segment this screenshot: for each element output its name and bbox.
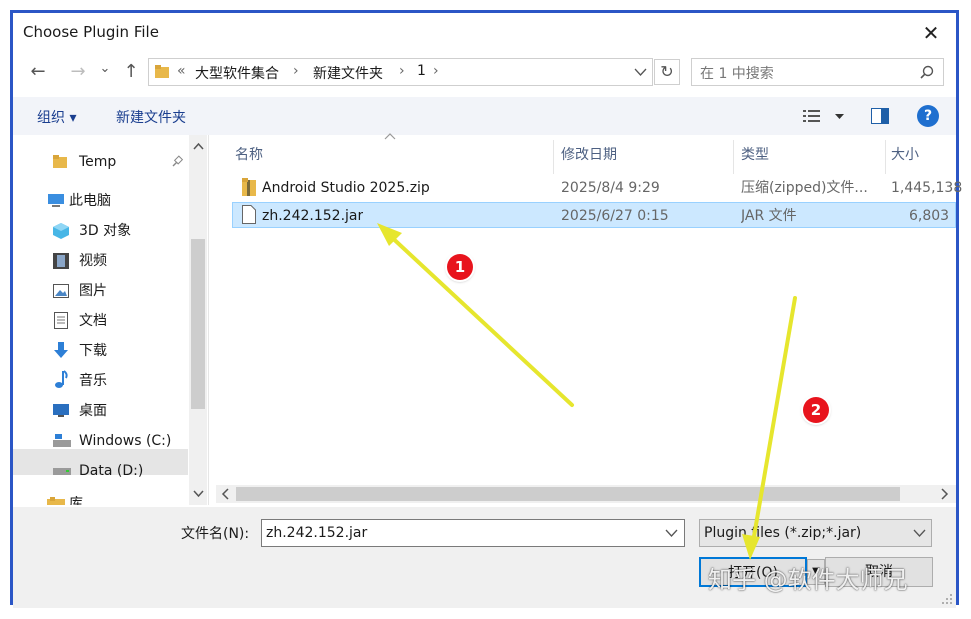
watermark-text: 知乎 @软件大师兄 (708, 566, 908, 594)
annotation-arrow-1 (384, 230, 574, 407)
arrowhead-2-icon (742, 534, 760, 560)
annotation-badge-2: 2 (803, 397, 829, 423)
annotation-arrow-2 (750, 296, 797, 550)
annotation-badge-1: 1 (447, 254, 473, 280)
annotation-overlay (377, 223, 797, 560)
